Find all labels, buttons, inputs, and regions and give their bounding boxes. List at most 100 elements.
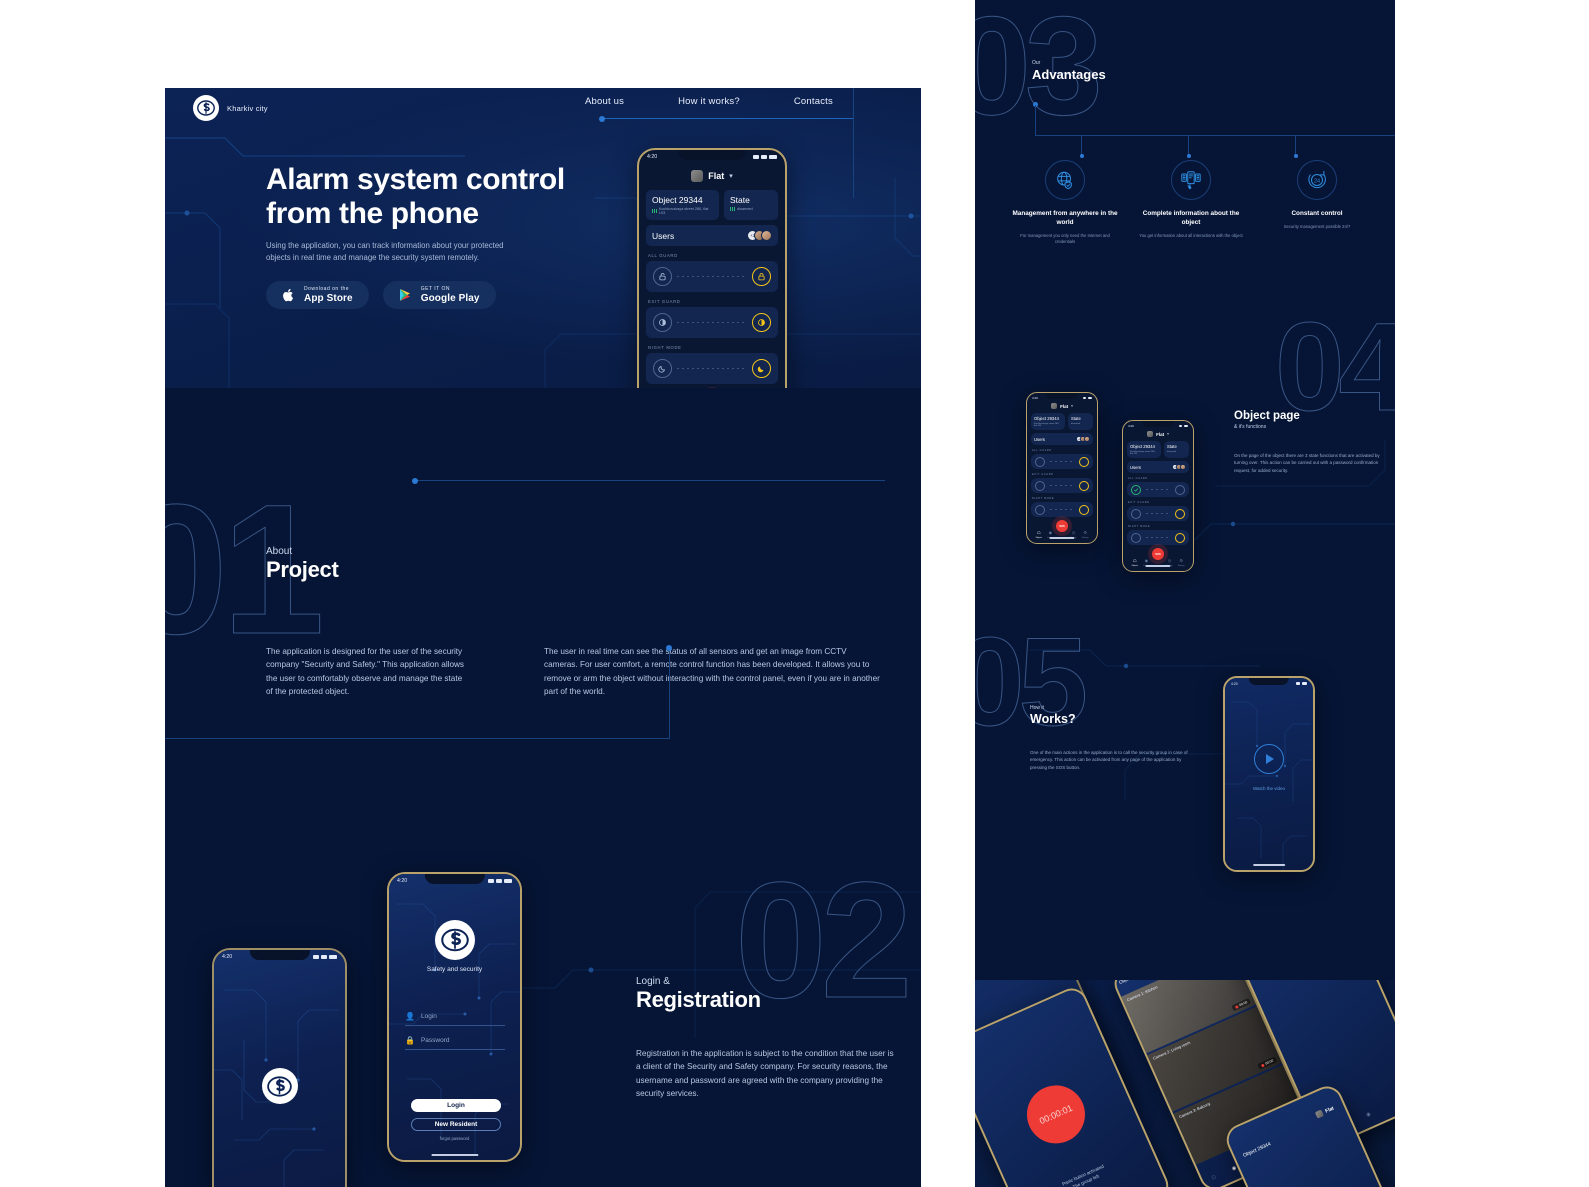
object-summary-row: Object 29344 Kochkovskaya street 280, fl… [1127, 441, 1189, 458]
logo-city-label: Kharkiv city [227, 103, 268, 113]
state-card[interactable]: State disarmed [724, 190, 778, 220]
users-card[interactable]: Users +2 [1031, 433, 1093, 445]
avatar [761, 230, 772, 241]
app-store-button[interactable]: Download on the App Store [266, 281, 369, 309]
toggle-night-mode[interactable] [646, 353, 778, 384]
half-shield-active-icon[interactable] [752, 313, 771, 332]
panic-timer-button[interactable]: 00:00:01 [1017, 1076, 1095, 1154]
devices-icon [1171, 160, 1211, 200]
new-resident-button[interactable]: New Resident [411, 1118, 501, 1131]
toggle-all-guard[interactable] [1031, 454, 1093, 469]
collage-object-selector[interactable]: Flat [1314, 1105, 1335, 1119]
section-03-title: Advantages [1032, 67, 1106, 82]
main-nav[interactable]: About us How it works? Contacts [585, 96, 833, 107]
login-placeholder: Login [420, 1013, 437, 1020]
nav-item-contacts[interactable]: Contacts [794, 96, 833, 107]
sos-button[interactable]: SOS [1152, 548, 1164, 560]
signal-icon [313, 955, 319, 959]
advantage-card: 24 Constant control Security management … [1263, 160, 1371, 246]
camera-icon[interactable]: ◉ [1365, 1111, 1371, 1118]
login-logo-icon [434, 920, 475, 960]
moon-icon [1035, 504, 1045, 515]
phone-frame: 4:20 Flat ▾ Object 29344 Kochkovskaya st… [1122, 420, 1194, 572]
tab-objects[interactable]: ☖ Objects [1033, 531, 1045, 540]
home-icon[interactable]: ☖ [1211, 1174, 1218, 1181]
toggle-night-mode[interactable] [1031, 502, 1093, 517]
apple-icon [282, 287, 296, 303]
right-page-mockup: 03 04 05 Our Advantages Management from … [975, 0, 1395, 1187]
object-name: Object 29344 [652, 195, 703, 205]
section-01-paragraph-left: The application is designed for the user… [266, 647, 465, 696]
section-04-paragraph: On the page of the object there are 3 st… [1234, 453, 1380, 473]
clock-icon: ◷ [1167, 558, 1172, 563]
toggle-exit-guard[interactable] [1127, 506, 1189, 521]
half-shield-icon [653, 313, 672, 332]
app-screen-objects: Flat ▾ Object 29344 Kochkovskaya street … [1027, 393, 1097, 543]
advantages-stem-dot-1 [1079, 154, 1084, 158]
toggle-exit-guard[interactable] [1031, 478, 1093, 493]
group-label-exit-guard: EXIT GUARD [1032, 473, 1054, 476]
object-card[interactable]: Object 29344 Kochkovskaya street 280, fl… [646, 190, 719, 220]
object-card[interactable]: Object 29344 Kochkovskaya street 280, fl… [1127, 441, 1161, 458]
nav-item-how-it-works[interactable]: How it works? [678, 96, 740, 107]
login-field[interactable]: 👤 Login [405, 1012, 505, 1026]
user-avatars: +2 [747, 230, 772, 241]
hero-phone-mockup: 4:20 Flat ▾ Object 29344 Kochkovskaya st… [637, 148, 787, 388]
section-object-page: Object page & it's functions On the page… [1234, 410, 1382, 474]
wifi-icon [761, 155, 767, 159]
nav-item-about-us[interactable]: About us [585, 96, 624, 107]
play-button[interactable] [1254, 743, 1284, 774]
lock-icon[interactable] [1079, 456, 1089, 467]
phone-home-indicator [1049, 537, 1075, 539]
toggle-all-guard-active[interactable] [1127, 482, 1189, 497]
lock-icon[interactable] [1175, 484, 1185, 495]
section-05-paragraph: One of the main actions in the applicati… [1030, 750, 1188, 770]
lock-icon: 🔒 [405, 1036, 415, 1045]
users-card[interactable]: Users +2 [646, 225, 778, 246]
site-logo[interactable]: Kharkiv city [193, 95, 268, 121]
object-selector[interactable]: Flat ▾ [1031, 403, 1093, 409]
half-shield-active-icon[interactable] [1079, 480, 1089, 491]
object-page-phone-b: 4:20 Flat ▾ Object 29344 Kochkovskaya st… [1122, 420, 1194, 572]
tab-settings[interactable]: ⚙ Settings [1079, 531, 1091, 540]
moon-active-icon[interactable] [1079, 504, 1089, 515]
object-selector[interactable]: Flat ▾ [646, 170, 778, 182]
section-05-eyebrow: How it [1030, 705, 1044, 711]
user-avatars: +2 [1172, 464, 1186, 470]
half-shield-active-icon[interactable] [1175, 508, 1185, 519]
password-field[interactable]: 🔒 Password [405, 1036, 505, 1050]
moon-active-icon[interactable] [752, 359, 771, 378]
toggle-track [677, 322, 747, 323]
object-selector[interactable]: Flat ▾ [1127, 431, 1189, 437]
object-card[interactable]: Object 29344 Kochkovskaya street 280, fl… [1031, 413, 1065, 430]
state-card[interactable]: State disarmed [1068, 413, 1093, 430]
state-label: State [730, 195, 750, 205]
advantage-text: Security management possible 24/7 [1283, 223, 1351, 229]
advantage-title: Management from anywhere in the world [1012, 210, 1118, 226]
group-label-night-mode: NIGHT MODE [1128, 525, 1151, 528]
state-card[interactable]: State disarmed [1164, 441, 1189, 458]
advantage-card: Complete information about the object Yo… [1137, 160, 1245, 246]
video-caption: Watch the video [1252, 785, 1286, 791]
status-time: 4:20 [1032, 396, 1038, 400]
wifi-icon [496, 879, 502, 883]
advantage-title: Constant control [1291, 210, 1343, 217]
toggle-track [1050, 509, 1074, 510]
sos-button[interactable]: SOS [1056, 520, 1068, 532]
tab-objects[interactable]: ☖ Objects [1129, 559, 1141, 568]
toggle-all-guard[interactable] [646, 261, 778, 292]
users-card[interactable]: Users +2 [1127, 461, 1189, 473]
phone-statusbar: 4:20 [214, 952, 345, 962]
google-play-button[interactable]: GET IT ON Google Play [382, 281, 496, 309]
forgot-password-link[interactable]: forgot password [389, 1136, 520, 1141]
tab-settings[interactable]: ⚙ Settings [1175, 559, 1187, 568]
toggle-track [1146, 537, 1170, 538]
lock-icon[interactable] [752, 267, 771, 286]
toggle-night-mode[interactable] [1127, 530, 1189, 545]
login-button[interactable]: Login [411, 1099, 501, 1112]
app-screen-objects: Flat ▾ Object 29344 Kochkovskaya street … [639, 150, 785, 388]
moon-active-icon[interactable] [1175, 532, 1185, 543]
object-title: Flat [708, 171, 725, 181]
state-indicator-icon [730, 207, 735, 211]
toggle-exit-guard[interactable] [646, 307, 778, 338]
